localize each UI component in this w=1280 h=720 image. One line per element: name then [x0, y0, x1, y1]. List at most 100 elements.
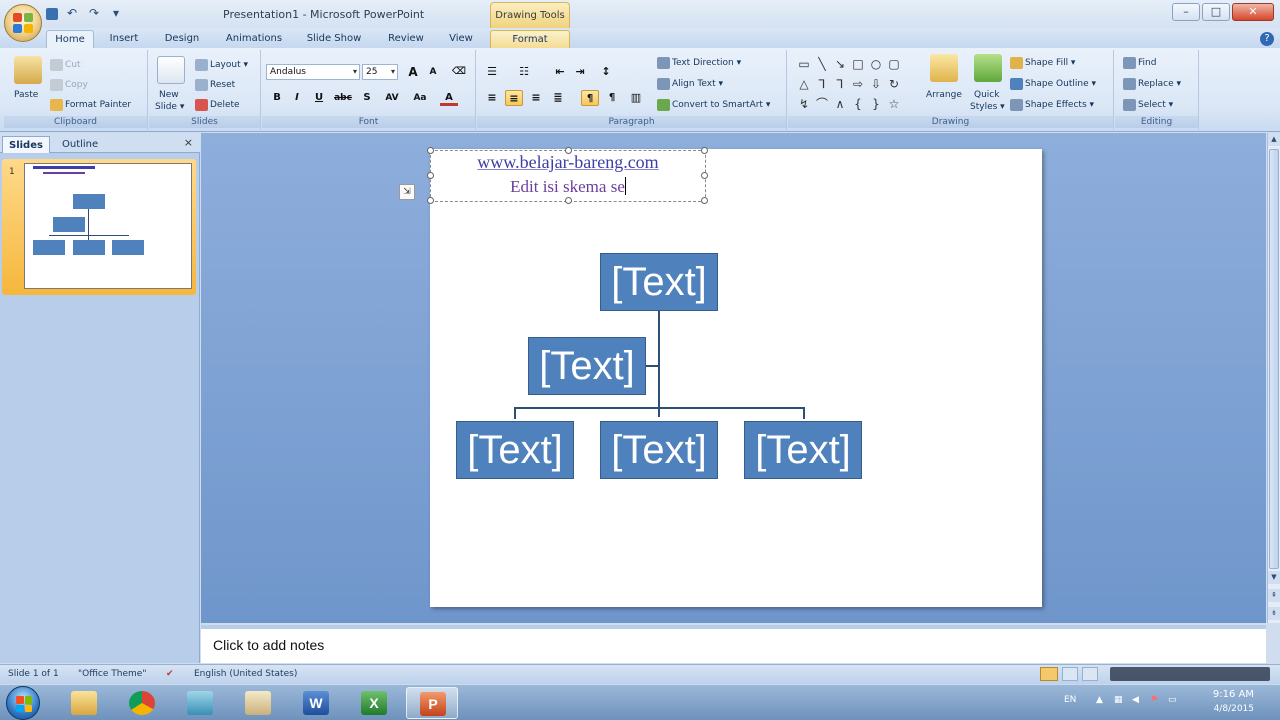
- clear-formatting-icon[interactable]: ⌫: [450, 64, 468, 80]
- strikethrough-button[interactable]: abc: [332, 90, 354, 106]
- close-panel-icon[interactable]: ×: [184, 136, 193, 149]
- language-label[interactable]: English (United States): [194, 669, 297, 679]
- show-hidden-icons-icon[interactable]: ▲: [1096, 695, 1103, 705]
- columns-icon[interactable]: ▥: [627, 90, 645, 106]
- scroll-thumb[interactable]: [1269, 149, 1279, 569]
- tab-insert[interactable]: Insert: [104, 30, 144, 48]
- font-size-combo[interactable]: 25: [362, 64, 398, 80]
- shape-outline-button[interactable]: Shape Outline ▾: [1010, 77, 1096, 91]
- redo-button[interactable]: ↷: [86, 5, 102, 21]
- right-brace-shape-icon[interactable]: }: [868, 96, 884, 112]
- line-shape-icon[interactable]: ╲: [814, 56, 830, 72]
- resize-handle[interactable]: [427, 147, 434, 154]
- start-button[interactable]: [6, 686, 40, 720]
- rtl-icon[interactable]: ¶: [603, 90, 621, 106]
- clock-date[interactable]: 4/8/2015: [1214, 704, 1254, 714]
- close-button[interactable]: ✕: [1232, 3, 1274, 21]
- tab-slides-panel[interactable]: Slides: [2, 136, 50, 153]
- curved-connector-shape-icon[interactable]: ↯: [796, 96, 812, 112]
- customize-qat-button[interactable]: ▾: [108, 5, 124, 21]
- align-text-button[interactable]: Align Text ▾: [657, 77, 723, 91]
- clock-time[interactable]: 9:16 AM: [1213, 689, 1254, 700]
- arrange-button[interactable]: Arrange: [926, 88, 962, 102]
- slide-canvas[interactable]: www.belajar-bareng.com Edit isi skema se…: [427, 147, 1042, 607]
- reset-button[interactable]: Reset: [195, 78, 235, 92]
- shrink-font-button[interactable]: A: [424, 64, 442, 80]
- ltr-icon[interactable]: ¶: [581, 90, 599, 106]
- tab-outline-panel[interactable]: Outline: [56, 136, 104, 153]
- network-icon[interactable]: ▦: [1114, 695, 1123, 705]
- org-box-child-3[interactable]: [Text]: [744, 421, 862, 479]
- slide-thumbnail-selected[interactable]: 1: [2, 159, 196, 295]
- taskbar-paint[interactable]: [232, 687, 284, 719]
- org-box-child-1[interactable]: [Text]: [456, 421, 574, 479]
- textbox-shape-icon[interactable]: ▭: [796, 56, 812, 72]
- left-brace-shape-icon[interactable]: {: [850, 96, 866, 112]
- scroll-up-icon[interactable]: ▲: [1268, 133, 1280, 146]
- resize-handle[interactable]: [565, 147, 572, 154]
- change-case-button[interactable]: Aa: [408, 90, 432, 106]
- org-box-top[interactable]: [Text]: [600, 253, 718, 311]
- shape-fill-button[interactable]: Shape Fill ▾: [1010, 56, 1075, 70]
- taskbar-powerpoint[interactable]: P: [406, 687, 458, 719]
- vertical-scrollbar[interactable]: ▲ ▼ ⇞ ⇟: [1267, 133, 1280, 623]
- line-spacing-icon[interactable]: ↕: [597, 64, 615, 80]
- select-button[interactable]: Select ▾: [1123, 98, 1173, 112]
- tab-design[interactable]: Design: [158, 30, 206, 48]
- curve-shape-icon[interactable]: ⌒: [814, 96, 830, 112]
- tab-animations[interactable]: Animations: [218, 30, 290, 48]
- title-textbox[interactable]: www.belajar-bareng.com Edit isi skema se: [427, 147, 708, 204]
- taskbar-word[interactable]: W: [290, 687, 342, 719]
- find-button[interactable]: Find: [1123, 56, 1156, 70]
- maximize-button[interactable]: □: [1202, 3, 1230, 21]
- align-right-icon[interactable]: ≡: [527, 90, 545, 106]
- character-spacing-button[interactable]: AV: [380, 90, 404, 106]
- normal-view-icon[interactable]: [1040, 667, 1058, 681]
- elbow-connector-shape-icon[interactable]: ⅂: [814, 76, 830, 92]
- italic-button[interactable]: I: [288, 90, 306, 106]
- format-painter-button[interactable]: Format Painter: [50, 98, 131, 112]
- convert-smartart-button[interactable]: Convert to SmartArt ▾: [657, 98, 770, 112]
- layout-button[interactable]: Layout ▾: [195, 58, 248, 72]
- bold-button[interactable]: B: [268, 90, 286, 106]
- triangle-shape-icon[interactable]: △: [796, 76, 812, 92]
- decrease-indent-icon[interactable]: ⇤: [551, 64, 569, 80]
- action-center-icon[interactable]: ⚑: [1150, 695, 1158, 705]
- slide-sorter-icon[interactable]: [1062, 667, 1078, 681]
- power-icon[interactable]: ▭: [1168, 695, 1177, 705]
- smartart-text-pane-button[interactable]: ⇲: [399, 184, 415, 200]
- cut-button[interactable]: Cut: [50, 58, 81, 72]
- oval-shape-icon[interactable]: ○: [868, 56, 884, 72]
- copy-button[interactable]: Copy: [50, 78, 88, 92]
- underline-button[interactable]: U: [310, 90, 328, 106]
- replace-button[interactable]: Replace ▾: [1123, 77, 1181, 91]
- tab-format[interactable]: Format: [490, 30, 570, 48]
- numbering-icon[interactable]: ☷: [515, 64, 533, 80]
- spell-check-icon[interactable]: ✔: [166, 669, 174, 679]
- freeform-shape-icon[interactable]: ∧: [832, 96, 848, 112]
- undo-button[interactable]: ↶: [64, 5, 80, 21]
- rectangle-shape-icon[interactable]: □: [850, 56, 866, 72]
- notes-pane[interactable]: Click to add notes: [201, 625, 1266, 663]
- star-shape-icon[interactable]: ☆: [886, 96, 902, 112]
- down-arrow-shape-icon[interactable]: ⇩: [868, 76, 884, 92]
- tab-review[interactable]: Review: [380, 30, 432, 48]
- arrow-line-shape-icon[interactable]: ↘: [832, 56, 848, 72]
- elbow-arrow-shape-icon[interactable]: ⅂: [832, 76, 848, 92]
- increase-indent-icon[interactable]: ⇥: [571, 64, 589, 80]
- bullets-icon[interactable]: ☰: [483, 64, 501, 80]
- zoom-slider[interactable]: [1110, 667, 1270, 681]
- save-icon[interactable]: [46, 8, 58, 20]
- right-arrow-shape-icon[interactable]: ⇨: [850, 76, 866, 92]
- tab-view[interactable]: View: [440, 30, 482, 48]
- resize-handle[interactable]: [701, 197, 708, 204]
- slide-show-icon[interactable]: [1082, 667, 1098, 681]
- next-slide-icon[interactable]: ⇟: [1268, 607, 1280, 620]
- resize-handle[interactable]: [427, 172, 434, 179]
- font-color-button[interactable]: A: [440, 90, 458, 106]
- resize-handle[interactable]: [427, 197, 434, 204]
- org-box-child-2[interactable]: [Text]: [600, 421, 718, 479]
- minimize-button[interactable]: –: [1172, 3, 1200, 21]
- resize-handle[interactable]: [565, 197, 572, 204]
- rounded-rect-shape-icon[interactable]: ▢: [886, 56, 902, 72]
